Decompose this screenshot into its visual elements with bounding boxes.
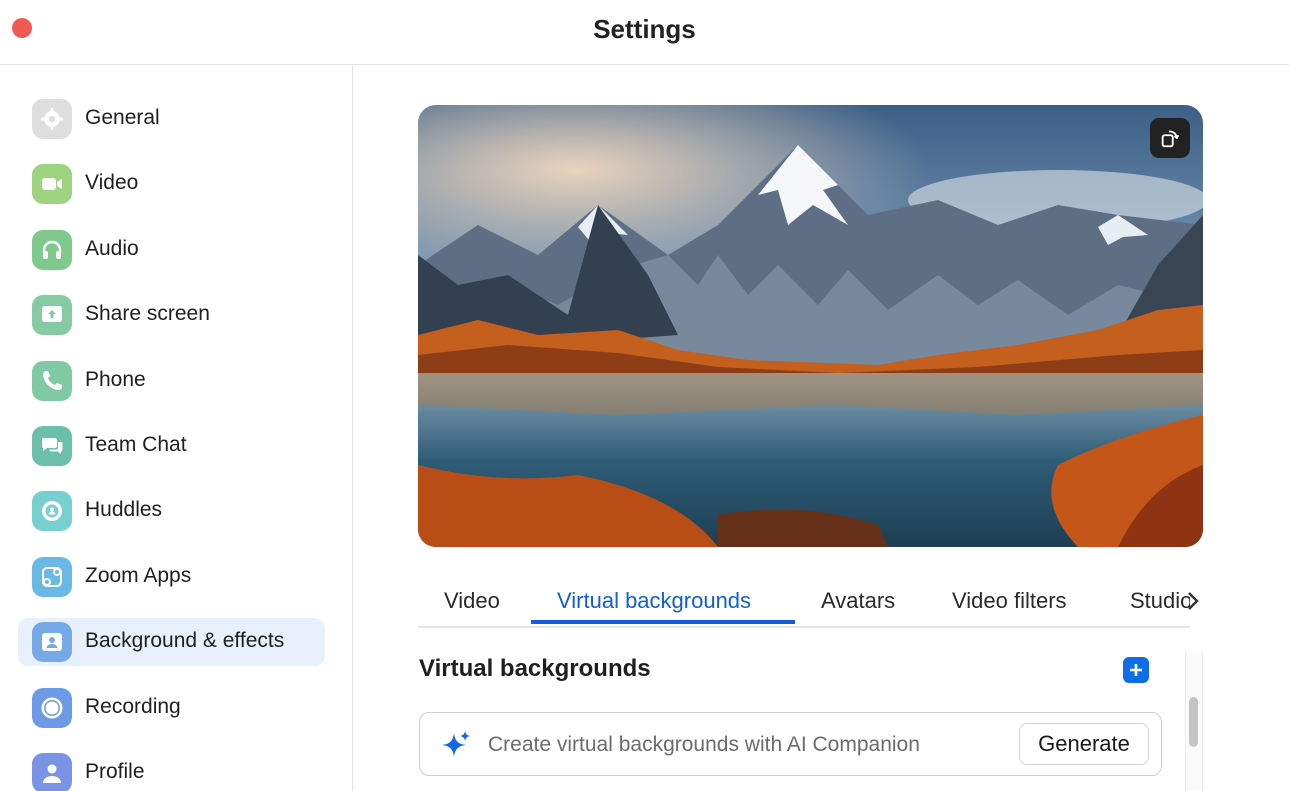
sidebar-item-label: General [85, 106, 160, 129]
sidebar-item-label: Profile [85, 760, 145, 783]
title-bar: Settings [0, 0, 1289, 65]
sidebar-item-video[interactable]: Video [18, 160, 325, 208]
profile-icon [32, 753, 72, 791]
sidebar-item-label: Zoom Apps [85, 564, 192, 587]
sidebar-item-phone[interactable]: Phone [18, 357, 325, 405]
plus-icon [1130, 664, 1142, 676]
rotate-icon [1161, 130, 1180, 148]
sparkle-icon [442, 731, 470, 757]
sidebar-item-background-effects[interactable]: Background & effects [18, 618, 325, 666]
sidebar-item-general[interactable]: General [18, 95, 325, 143]
settings-window: Settings General Video Audio Share scree… [0, 0, 1289, 791]
sidebar-item-audio[interactable]: Audio [18, 226, 325, 274]
sidebar-item-label: Background & effects [85, 629, 285, 652]
chevron-right-icon[interactable] [1183, 588, 1203, 614]
settings-sidebar: General Video Audio Share screen Phone T… [0, 65, 353, 791]
sidebar-item-label: Team Chat [85, 433, 187, 456]
sidebar-item-label: Share screen [85, 302, 210, 325]
window-title: Settings [593, 14, 696, 44]
scrollbar-thumb[interactable] [1189, 697, 1198, 747]
gear-icon [32, 99, 72, 139]
tab-virtual-backgrounds[interactable]: Virtual backgrounds [557, 588, 751, 614]
headphones-icon [32, 230, 72, 270]
sidebar-item-profile[interactable]: Profile [18, 749, 325, 791]
sidebar-item-zoom-apps[interactable]: Zoom Apps [18, 553, 325, 601]
ai-prompt-placeholder[interactable]: Create virtual backgrounds with AI Compa… [488, 733, 920, 757]
ai-companion-generate-bar[interactable]: Create virtual backgrounds with AI Compa… [419, 712, 1162, 776]
sidebar-item-recording[interactable]: Recording [18, 684, 325, 732]
sidebar-item-label: Video [85, 171, 139, 194]
background-preview-image [418, 105, 1203, 547]
sidebar-item-label: Audio [85, 237, 139, 260]
background-person-icon [32, 622, 72, 662]
tab-avatars[interactable]: Avatars [821, 588, 895, 614]
share-screen-icon [32, 295, 72, 335]
camera-icon [32, 164, 72, 204]
sidebar-item-label: Phone [85, 368, 146, 391]
apps-icon [32, 557, 72, 597]
sidebar-item-team-chat[interactable]: Team Chat [18, 422, 325, 470]
section-title: Virtual backgrounds [419, 655, 651, 682]
tab-video[interactable]: Video [444, 588, 500, 614]
effects-tab-bar: Video Virtual backgrounds Avatars Video … [418, 580, 1190, 628]
phone-icon [32, 361, 72, 401]
sidebar-item-label: Recording [85, 695, 181, 718]
add-background-button[interactable] [1123, 657, 1149, 683]
tab-video-filters[interactable]: Video filters [952, 588, 1067, 614]
background-effects-panel: Video Virtual backgrounds Avatars Video … [353, 65, 1289, 791]
chat-icon [32, 426, 72, 466]
sidebar-item-share-screen[interactable]: Share screen [18, 291, 325, 339]
active-tab-indicator [531, 620, 795, 624]
sidebar-item-huddles[interactable]: Huddles [18, 487, 325, 535]
record-icon [32, 688, 72, 728]
sidebar-item-label: Huddles [85, 498, 163, 521]
tab-studio[interactable]: Studio [1130, 588, 1190, 614]
huddles-icon [32, 491, 72, 531]
generate-button[interactable]: Generate [1019, 723, 1149, 765]
rotate-preview-button[interactable] [1150, 118, 1190, 158]
